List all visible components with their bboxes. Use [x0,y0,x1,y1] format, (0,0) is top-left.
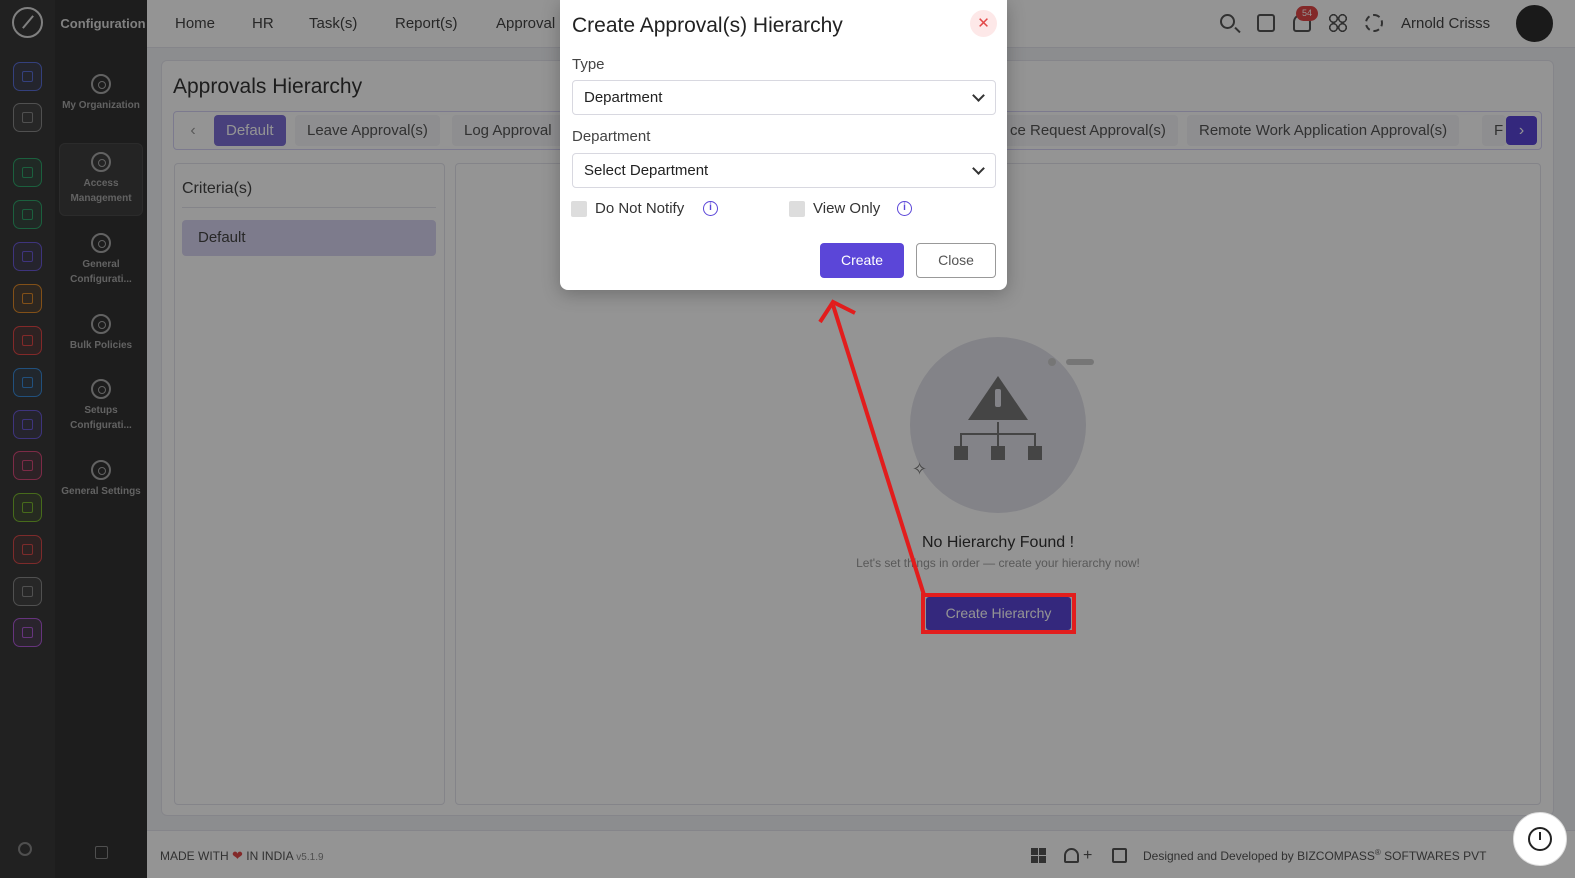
chevron-down-icon [972,89,985,102]
department-label: Department [572,128,651,145]
view-only-label: View Only [813,200,881,217]
do-not-notify-label: Do Not Notify [595,200,685,217]
type-label: Type [572,56,605,73]
create-hierarchy-modal: Create Approval(s) Hierarchy ✕ Type Depa… [560,0,1007,290]
close-icon[interactable]: ✕ [970,10,997,37]
modal-title: Create Approval(s) Hierarchy [572,14,843,37]
stopwatch-icon [1528,827,1552,851]
department-select-value: Select Department [584,162,709,179]
info-icon[interactable]: i [703,201,718,216]
timer-button[interactable] [1513,812,1567,866]
do-not-notify-checkbox[interactable] [571,201,587,217]
view-only-checkbox[interactable] [789,201,805,217]
department-select[interactable]: Select Department [572,153,996,188]
chevron-down-icon [972,162,985,175]
close-button[interactable]: Close [916,243,996,278]
type-select-value: Department [584,89,663,106]
info-icon[interactable]: i [897,201,912,216]
type-select[interactable]: Department [572,80,996,115]
create-button[interactable]: Create [820,243,904,278]
annotation-highlight-box [921,593,1076,634]
